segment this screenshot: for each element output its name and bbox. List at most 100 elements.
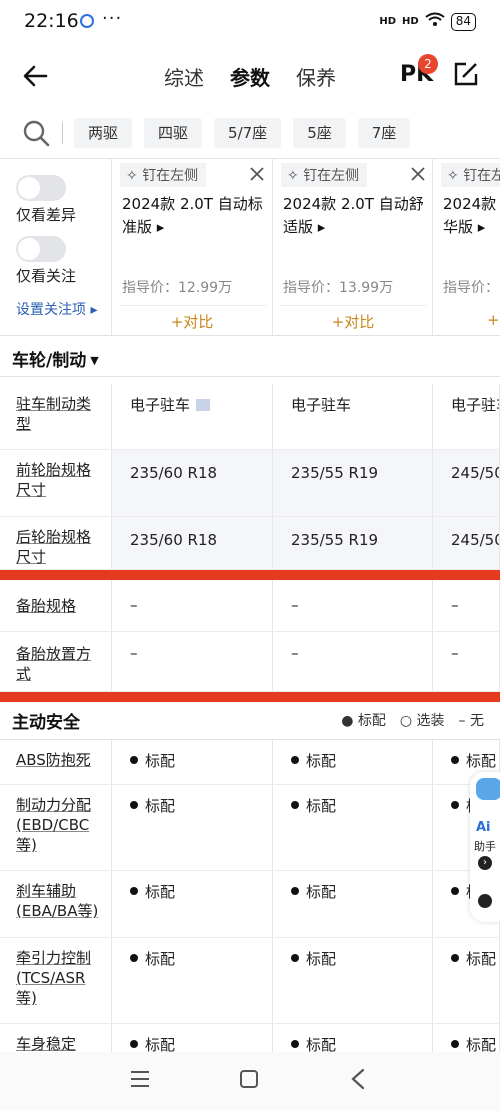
car-name[interactable]: 2024款 2.0T 自动标准版 ▸ [122, 193, 270, 239]
legend: ● 标配 ○ 选装 – 无 [341, 710, 484, 730]
ai-label: Ai [476, 820, 491, 835]
legend-standard: ● 标配 [341, 713, 386, 729]
chevron-right-icon[interactable]: › [478, 856, 492, 870]
table-cell: 235/60 R18 [112, 450, 273, 516]
signal-icon: HD [379, 16, 397, 27]
table-cell: 标配 [112, 740, 273, 784]
table-cell: 标配 [273, 740, 433, 784]
car-name[interactable]: 2024款 2.0T 自动舒适版 ▸ [283, 193, 431, 239]
legend-optional: ○ 选装 [399, 713, 445, 729]
focus-only-toggle[interactable] [16, 236, 66, 262]
pin-left-button[interactable]: ✧ 钉在左侧 [281, 163, 431, 187]
table-cell: – [273, 580, 433, 631]
table-cell: 电子驻车 [112, 384, 273, 449]
row-label[interactable]: 刹车辅助(EBA/BA等) [0, 871, 112, 937]
tab-overview[interactable]: 综述 [164, 62, 204, 91]
standard-dot-icon [451, 756, 459, 764]
standard-dot-icon [291, 954, 299, 962]
tab-group: 综述 参数 保养 [164, 62, 336, 95]
ai-assistant-widget[interactable]: Ai 助手 › [470, 772, 500, 922]
settings-focus-link[interactable]: 设置关注项 ▸ [16, 299, 97, 319]
status-icons: HD HD 84 [379, 12, 476, 31]
tab-maintenance[interactable]: 保养 [296, 62, 336, 91]
row-label[interactable]: 牵引力控制(TCS/ASR等) [0, 938, 112, 1023]
table-row: 制动力分配(EBD/CBC等) 标配 标配 标配 [0, 785, 500, 871]
nav-bar: 综述 参数 保养 PK 2 [0, 44, 500, 108]
row-label[interactable]: 驻车制动类型 [0, 384, 112, 449]
add-compare-button[interactable]: +对比 [273, 311, 433, 332]
back-icon[interactable] [350, 1068, 366, 1090]
status-bar: 22:16 ··· HD HD 84 [0, 0, 500, 44]
add-compare-button[interactable]: + [487, 311, 500, 329]
chat-icon[interactable] [478, 894, 492, 908]
table-row: 后轮胎规格尺寸 235/60 R18 235/55 R19 245/50 [0, 517, 500, 570]
table-row: 备胎规格 – – – [0, 580, 500, 632]
car-name[interactable]: 2024款 2.0T 自动豪华版 ▸ [443, 193, 500, 239]
table-cell: 电子驻车 [273, 384, 433, 449]
filter-chips: 两驱 四驱 5/7座 5座 7座 [74, 118, 411, 148]
left-control-panel: 仅看差异 仅看关注 设置关注项 ▸ [0, 159, 112, 335]
back-arrow-icon[interactable] [20, 60, 52, 92]
row-label[interactable]: 后轮胎规格尺寸 [0, 517, 112, 569]
table-row: 牵引力控制(TCS/ASR等) 标配 标配 标配 [0, 938, 500, 1024]
filter-chip-5-7-seats[interactable]: 5/7座 [214, 118, 282, 148]
tab-params[interactable]: 参数 [230, 62, 270, 95]
highlight-bar [0, 570, 500, 580]
car-price: 指导价： [443, 280, 499, 296]
row-label[interactable]: 备胎放置方式 [0, 632, 112, 691]
car-column: ✧ 钉在左侧 2024款 2.0T 自动豪华版 ▸ 指导价： + [433, 159, 500, 335]
row-label[interactable]: 车身稳定 [0, 1024, 112, 1052]
standard-dot-icon [451, 801, 459, 809]
table-cell: 标配 [273, 1024, 433, 1052]
search-icon[interactable] [22, 119, 50, 147]
row-label[interactable]: ABS防抱死 [0, 740, 112, 784]
close-icon[interactable] [411, 167, 425, 181]
divider [281, 305, 427, 306]
section-header-safety: 主动安全 ● 标配 ○ 选装 – 无 [0, 702, 500, 740]
table-row: 车身稳定 标配 标配 标配 [0, 1024, 500, 1052]
table-row: 前轮胎规格尺寸 235/60 R18 235/55 R19 245/50 [0, 450, 500, 517]
car-price: 指导价：13.99万 [283, 280, 394, 296]
standard-dot-icon [130, 887, 138, 895]
standard-dot-icon [130, 756, 138, 764]
home-icon[interactable] [240, 1070, 258, 1088]
close-icon[interactable] [250, 167, 264, 181]
table-cell: 245/50 [433, 450, 500, 516]
car-column: ✧ 钉在左侧 2024款 2.0T 自动舒适版 ▸ 指导价：13.99万 +对比 [273, 159, 433, 335]
section-title: 车轮/制动 ▼ [12, 351, 99, 371]
section-header-wheels[interactable]: 车轮/制动 ▼ [0, 335, 500, 377]
table-cell: 235/55 R19 [273, 517, 433, 569]
app-notification-icon [80, 14, 94, 28]
table-cell: 电子驻车 [433, 384, 500, 449]
system-nav-bar [0, 1052, 500, 1111]
filter-chip-7-seats[interactable]: 7座 [357, 118, 411, 148]
diff-only-toggle[interactable] [16, 175, 66, 201]
robot-icon [476, 778, 500, 800]
table-cell: – [112, 632, 273, 691]
table-cell: 标配 [112, 871, 273, 937]
menu-icon[interactable] [130, 1070, 150, 1088]
add-compare-button[interactable]: +对比 [112, 311, 272, 332]
row-label[interactable]: 备胎规格 [0, 580, 112, 631]
search-icon[interactable] [196, 399, 211, 411]
table-cell: 标配 [112, 938, 273, 1023]
standard-dot-icon [130, 1040, 138, 1048]
row-label[interactable]: 制动力分配(EBD/CBC等) [0, 785, 112, 870]
battery-icon: 84 [450, 12, 476, 31]
table-row: ABS防抱死 标配 标配 标配 [0, 740, 500, 785]
edit-icon[interactable] [452, 60, 480, 88]
filter-chip-4wd[interactable]: 四驱 [144, 118, 203, 148]
filter-chip-5-seats[interactable]: 5座 [293, 118, 346, 148]
standard-dot-icon [130, 954, 138, 962]
more-notifications-icon: ··· [102, 8, 123, 29]
table-row: 备胎放置方式 – – – [0, 632, 500, 692]
standard-dot-icon [291, 801, 299, 809]
table-cell: 标配 [273, 785, 433, 870]
pin-left-button[interactable]: ✧ 钉在左侧 [441, 163, 500, 187]
row-label[interactable]: 前轮胎规格尺寸 [0, 450, 112, 516]
caret-down-icon: ▼ [90, 354, 99, 367]
pk-count-badge: 2 [418, 54, 438, 74]
filter-chip-2wd[interactable]: 两驱 [74, 118, 133, 148]
pin-left-button[interactable]: ✧ 钉在左侧 [120, 163, 270, 187]
pin-icon: ✧ [447, 168, 459, 184]
